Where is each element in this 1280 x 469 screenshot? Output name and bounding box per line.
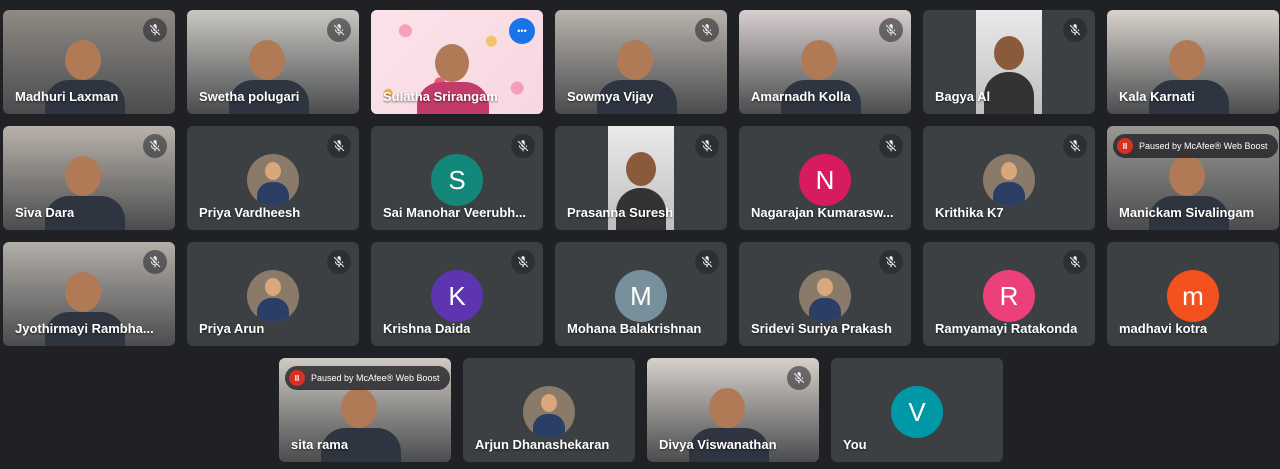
mic-off-icon	[695, 250, 719, 274]
participant-name: Priya Arun	[199, 321, 265, 336]
participant-tile[interactable]: Arjun Dhanashekaran	[463, 358, 635, 462]
mic-off-icon	[143, 134, 167, 158]
participant-tile[interactable]: II Paused by McAfee® Web Boost Manickam Si…	[1107, 126, 1279, 230]
participant-avatar: S	[431, 154, 483, 206]
participant-name: Sai Manohar Veerubh...	[383, 205, 527, 220]
participant-tile[interactable]: ••• Sulatha Srirangam	[371, 10, 543, 114]
mic-off-icon	[1063, 134, 1087, 158]
mic-off-icon	[787, 366, 811, 390]
more-options-icon[interactable]: •••	[509, 18, 535, 44]
participant-photo	[983, 154, 1035, 206]
participant-tile[interactable]: Swetha polugari	[187, 10, 359, 114]
mic-off-icon	[327, 250, 351, 274]
participant-name: Madhuri Laxman	[15, 89, 119, 104]
participant-name: Amarnadh Kolla	[751, 89, 851, 104]
participant-tile[interactable]: V You	[831, 358, 1003, 462]
participant-photo	[247, 270, 299, 322]
mic-off-icon	[879, 18, 903, 42]
participant-name: Jyothirmayi Rambha...	[15, 321, 154, 336]
paused-badge: II Paused by McAfee® Web Boost	[1113, 134, 1278, 158]
mic-off-icon	[695, 134, 719, 158]
mic-off-icon	[327, 134, 351, 158]
participant-tile[interactable]: Sridevi Suriya Prakash	[739, 242, 911, 346]
participant-tile[interactable]: K Krishna Daida	[371, 242, 543, 346]
participant-name: Siva Dara	[15, 205, 75, 220]
participant-tile[interactable]: Jyothirmayi Rambha...	[3, 242, 175, 346]
participant-name: sita rama	[291, 437, 349, 452]
mic-off-icon	[143, 18, 167, 42]
mic-off-icon	[511, 250, 535, 274]
participant-tile[interactable]: Priya Vardheesh	[187, 126, 359, 230]
participant-tile[interactable]: Divya Viswanathan	[647, 358, 819, 462]
participant-tile[interactable]: Kala Karnati	[1107, 10, 1279, 114]
participant-avatar: R	[983, 270, 1035, 322]
mic-off-icon	[1063, 18, 1087, 42]
participant-tile[interactable]: S Sai Manohar Veerubh...	[371, 126, 543, 230]
participant-grid: Madhuri Laxman Swetha polugari ••• Sulatha …	[0, 0, 1280, 469]
participant-name: Sridevi Suriya Prakash	[751, 321, 892, 336]
participant-name: Sulatha Srirangam	[383, 89, 498, 104]
participant-name: Krishna Daida	[383, 321, 471, 336]
participant-name: Ramyamayi Ratakonda	[935, 321, 1078, 336]
participant-tile[interactable]: Siva Dara	[3, 126, 175, 230]
paused-badge: II Paused by McAfee® Web Boost	[285, 366, 450, 390]
participant-tile[interactable]: Priya Arun	[187, 242, 359, 346]
participant-avatar: M	[615, 270, 667, 322]
participant-name: Sowmya Vijay	[567, 89, 654, 104]
participant-name: Krithika K7	[935, 205, 1004, 220]
mic-off-icon	[511, 134, 535, 158]
participant-tile[interactable]: R Ramyamayi Ratakonda	[923, 242, 1095, 346]
participant-name: Kala Karnati	[1119, 89, 1195, 104]
participant-name: Divya Viswanathan	[659, 437, 777, 452]
mic-off-icon	[327, 18, 351, 42]
participant-name: Prasanna Suresh	[567, 205, 674, 220]
mic-off-icon	[879, 134, 903, 158]
participant-name: Nagarajan Kumarasw...	[751, 205, 894, 220]
participant-tile[interactable]: M Mohana Balakrishnan	[555, 242, 727, 346]
participant-tile[interactable]: Prasanna Suresh	[555, 126, 727, 230]
participant-tile[interactable]: Krithika K7	[923, 126, 1095, 230]
participant-photo	[247, 154, 299, 206]
participant-name: Priya Vardheesh	[199, 205, 301, 220]
participant-name: You	[843, 437, 867, 452]
participant-avatar: N	[799, 154, 851, 206]
participant-tile[interactable]: m madhavi kotra	[1107, 242, 1279, 346]
participant-tile[interactable]: II Paused by McAfee® Web Boost sita rama	[279, 358, 451, 462]
participant-photo	[523, 386, 575, 438]
mic-off-icon	[695, 18, 719, 42]
paused-label: Paused by McAfee® Web Boost	[311, 373, 440, 383]
participant-avatar: K	[431, 270, 483, 322]
participant-avatar: m	[1167, 270, 1219, 322]
mic-off-icon	[143, 250, 167, 274]
paused-label: Paused by McAfee® Web Boost	[1139, 141, 1268, 151]
mic-off-icon	[1063, 250, 1087, 274]
participant-name: Arjun Dhanashekaran	[475, 437, 610, 452]
participant-tile[interactable]: Bagya Al	[923, 10, 1095, 114]
participant-tile[interactable]: N Nagarajan Kumarasw...	[739, 126, 911, 230]
participant-name: Manickam Sivalingam	[1119, 205, 1255, 220]
participant-name: Swetha polugari	[199, 89, 300, 104]
participant-name: Bagya Al	[935, 89, 991, 104]
pause-icon: II	[289, 370, 305, 386]
participant-tile[interactable]: Madhuri Laxman	[3, 10, 175, 114]
participant-name: madhavi kotra	[1119, 321, 1208, 336]
participant-tile[interactable]: Sowmya Vijay	[555, 10, 727, 114]
participant-tile[interactable]: Amarnadh Kolla	[739, 10, 911, 114]
participant-name: Mohana Balakrishnan	[567, 321, 702, 336]
participant-photo	[799, 270, 851, 322]
participant-avatar: V	[891, 386, 943, 438]
pause-icon: II	[1117, 138, 1133, 154]
mic-off-icon	[879, 250, 903, 274]
